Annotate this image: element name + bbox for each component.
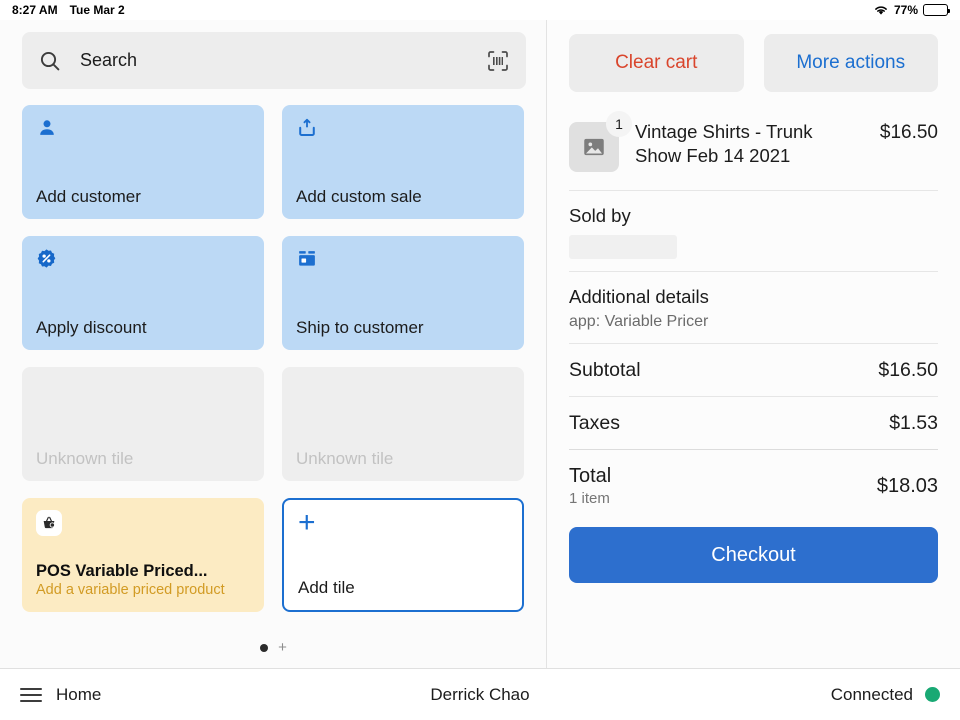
search-bar[interactable]: Search xyxy=(22,32,526,89)
cart-action-buttons: Clear cart More actions xyxy=(569,34,938,92)
line-item-thumbnail: 1 xyxy=(569,122,619,172)
cart-panel: Clear cart More actions 1 Vintage Shirts… xyxy=(547,20,960,668)
line-item-title: Vintage Shirts - Trunk Show Feb 14 2021 xyxy=(635,116,864,167)
tile-label: Add tile xyxy=(298,578,508,598)
tile-text-block: POS Variable Priced... Add a variable pr… xyxy=(36,562,250,600)
tile-unknown-2[interactable]: Unknown tile xyxy=(282,367,524,481)
tile-grid: Add customer Add custom sale xyxy=(22,105,526,612)
search-icon xyxy=(38,49,62,73)
taxes-row[interactable]: Taxes $1.53 xyxy=(569,397,938,449)
discount-badge-icon xyxy=(36,248,250,274)
battery-icon xyxy=(923,4,948,16)
subtotal-value: $16.50 xyxy=(878,359,938,382)
total-item-count: 1 item xyxy=(569,490,611,507)
page-indicator: + xyxy=(0,644,547,652)
home-nav[interactable]: Home xyxy=(20,685,324,705)
tile-unknown-1[interactable]: Unknown tile xyxy=(22,367,264,481)
status-bar-left: 8:27 AM Tue Mar 2 xyxy=(12,3,125,17)
total-row: Total 1 item $18.03 xyxy=(569,450,938,521)
tile-label: Unknown tile xyxy=(296,449,510,469)
main-split: Search xyxy=(0,20,960,668)
tile-pos-variable-priced[interactable]: POS Variable Priced... Add a variable pr… xyxy=(22,498,264,612)
upload-box-icon xyxy=(296,117,510,143)
clear-cart-button[interactable]: Clear cart xyxy=(569,34,744,92)
tiles-panel: Search xyxy=(0,20,547,668)
tile-ship-to-customer[interactable]: Ship to customer xyxy=(282,236,524,350)
tile-label: Apply discount xyxy=(36,318,250,338)
battery-percent-label: 77% xyxy=(894,3,918,17)
tile-label: Add customer xyxy=(36,187,250,207)
sold-by-section[interactable]: Sold by xyxy=(569,191,938,271)
add-page-button[interactable]: + xyxy=(278,644,287,652)
status-bar: 8:27 AM Tue Mar 2 77% xyxy=(0,0,960,20)
additional-details-text: app: Variable Pricer xyxy=(569,313,938,331)
home-label: Home xyxy=(56,685,101,705)
package-box-icon xyxy=(296,248,510,274)
cart-line-item[interactable]: 1 Vintage Shirts - Trunk Show Feb 14 202… xyxy=(569,110,938,190)
total-value: $18.03 xyxy=(877,475,938,498)
subtotal-label: Subtotal xyxy=(569,359,641,382)
empty-icon-slot xyxy=(36,379,250,405)
wifi-icon xyxy=(873,4,889,16)
tile-label: POS Variable Priced... xyxy=(36,562,250,582)
subtotal-row: Subtotal $16.50 xyxy=(569,344,938,396)
tile-label: Add custom sale xyxy=(296,187,510,207)
pos-app-window: 8:27 AM Tue Mar 2 77% xyxy=(0,0,960,720)
status-bar-time: 8:27 AM xyxy=(12,3,58,17)
total-label: Total xyxy=(569,465,611,488)
empty-icon-slot xyxy=(296,379,510,405)
total-label-block: Total 1 item xyxy=(569,465,611,507)
page-dot[interactable] xyxy=(260,644,268,652)
tile-label: Ship to customer xyxy=(296,318,510,338)
tile-add-custom-sale[interactable]: Add custom sale xyxy=(282,105,524,219)
tile-add-customer[interactable]: Add customer xyxy=(22,105,264,219)
status-bar-right: 77% xyxy=(873,3,948,17)
app-basket-icon xyxy=(36,510,250,536)
plus-icon: + xyxy=(298,512,508,538)
bottom-bar: Home Derrick Chao Connected xyxy=(0,668,960,720)
taxes-value: $1.53 xyxy=(889,412,938,435)
user-name: Derrick Chao xyxy=(430,685,529,705)
tile-label: Unknown tile xyxy=(36,449,250,469)
connection-label: Connected xyxy=(831,685,913,705)
tile-add-new[interactable]: + Add tile xyxy=(282,498,524,612)
search-input[interactable]: Search xyxy=(80,50,468,71)
more-actions-button[interactable]: More actions xyxy=(764,34,939,92)
tile-sublabel: Add a variable priced product xyxy=(36,582,250,600)
barcode-scanner-icon[interactable] xyxy=(486,49,510,73)
line-item-price: $16.50 xyxy=(880,116,938,144)
hamburger-menu-icon[interactable] xyxy=(20,688,42,702)
sold-by-value xyxy=(569,235,677,259)
connection-status-dot xyxy=(925,687,940,702)
status-bar-date: Tue Mar 2 xyxy=(70,3,125,17)
additional-details-title: Additional details xyxy=(569,286,938,308)
connection-status[interactable]: Connected xyxy=(636,685,940,705)
quantity-badge: 1 xyxy=(606,111,632,137)
person-icon xyxy=(36,117,250,143)
tile-apply-discount[interactable]: Apply discount xyxy=(22,236,264,350)
sold-by-title: Sold by xyxy=(569,205,938,227)
additional-details-section: Additional details app: Variable Pricer xyxy=(569,272,938,343)
taxes-label: Taxes xyxy=(569,412,620,435)
checkout-button[interactable]: Checkout xyxy=(569,527,938,583)
user-name-area: Derrick Chao xyxy=(324,685,637,705)
